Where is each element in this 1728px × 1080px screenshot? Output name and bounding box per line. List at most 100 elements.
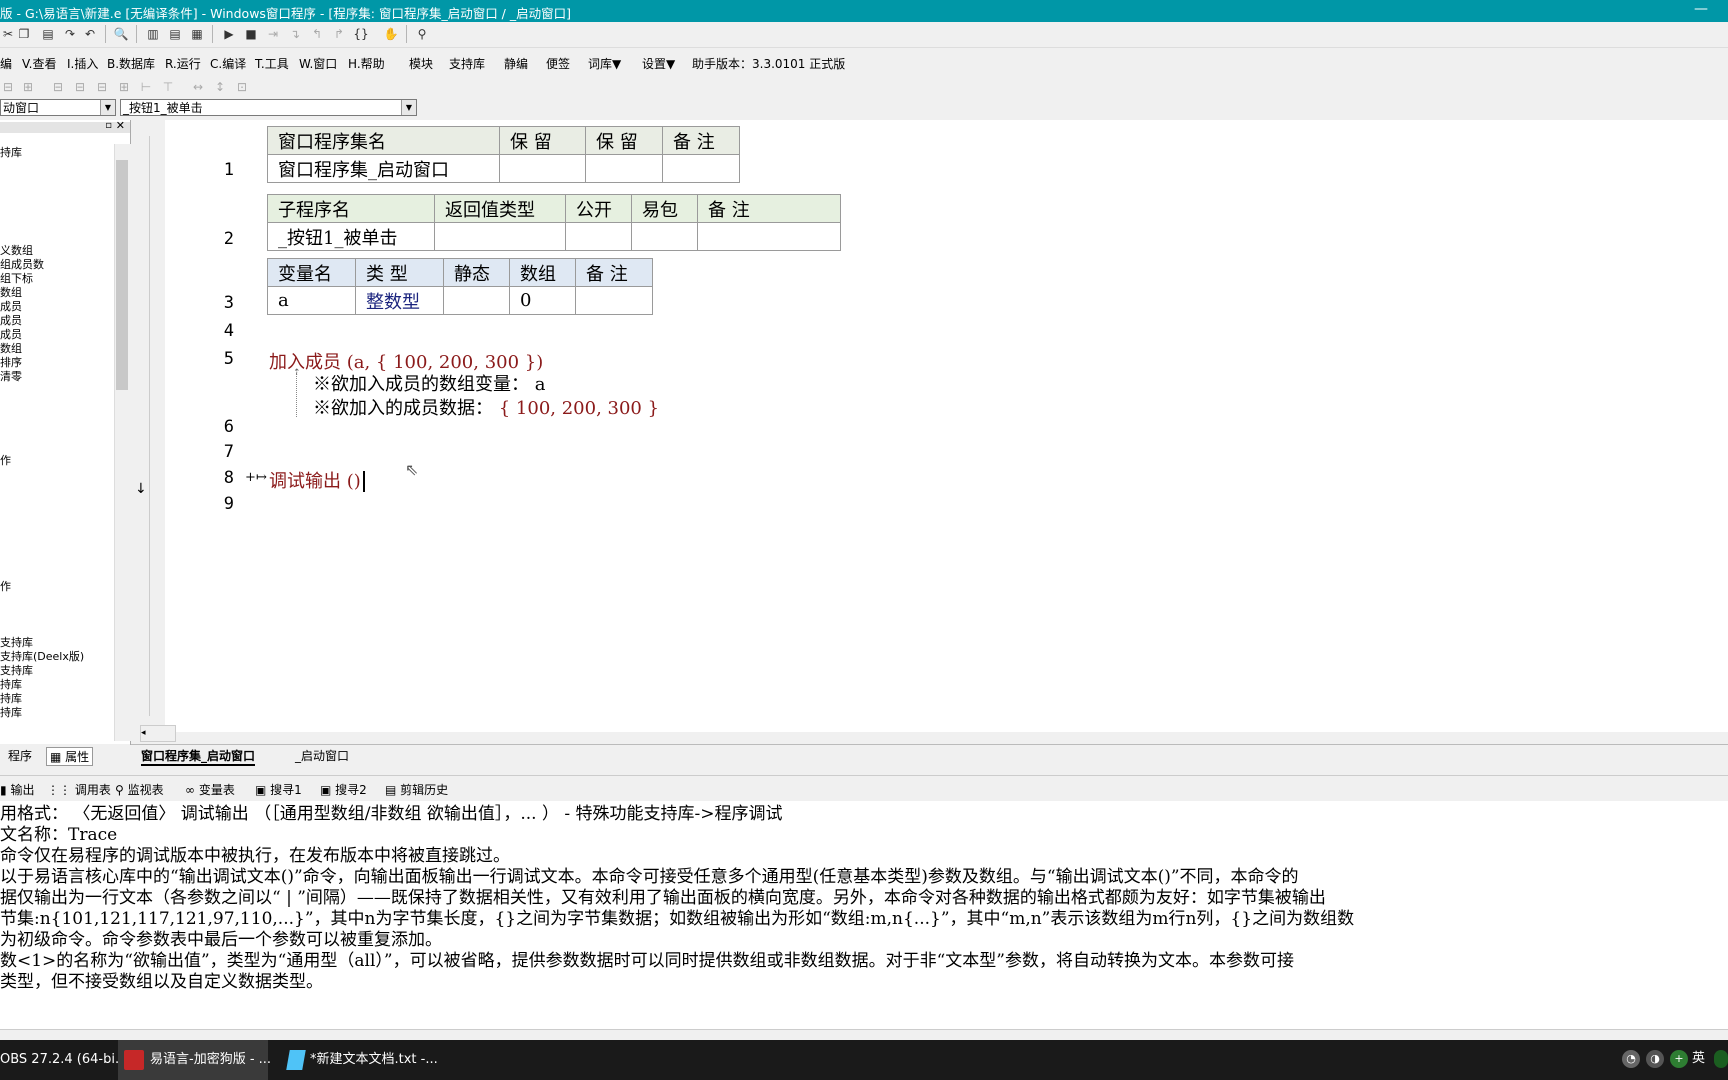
hand-icon[interactable]: ✋ (383, 26, 399, 42)
tab-properties[interactable]: ▦ 属性 (46, 747, 94, 766)
table-cell[interactable]: 0 (509, 286, 576, 315)
tree-item[interactable]: 成员 (0, 314, 22, 327)
layout1-icon[interactable]: ▥ (145, 26, 161, 42)
menu-database[interactable]: B.数据库 (107, 55, 155, 72)
tray-icon[interactable]: ◑ (1646, 1050, 1664, 1068)
tree-item[interactable]: 作 (0, 454, 11, 467)
menu-view[interactable]: V.查看 (22, 55, 56, 72)
run-icon[interactable]: ▶ (221, 26, 237, 42)
assembly-combo[interactable]: 动窗口 ▼ (0, 99, 116, 116)
align-icon[interactable]: ⊡ (234, 79, 250, 95)
tree-item[interactable]: 支持库(Deelx版) (0, 650, 84, 663)
table-cell[interactable] (443, 286, 510, 315)
minimize-button[interactable]: — (1694, 1, 1708, 17)
output-panel[interactable]: 用格式： 〈无返回值〉 调试输出 （［通用型数组/非数组 欲输出值］，... ）… (0, 801, 1728, 1029)
layout3-icon[interactable]: ▦ (189, 26, 205, 42)
copy-icon[interactable]: ❐ (16, 26, 32, 42)
tree-item[interactable]: 支持库 (0, 664, 33, 677)
tab-assembly[interactable]: 窗口程序集_启动窗口 (141, 747, 256, 766)
step-out-icon[interactable]: ↰ (309, 26, 325, 42)
tab-program[interactable]: 程序 (8, 747, 32, 764)
tray-icon[interactable] (1714, 1050, 1728, 1068)
tab-call-table[interactable]: ⋮⋮ 调用表 (47, 781, 111, 798)
table-cell[interactable]: _按钮1_被单击 (267, 222, 435, 251)
tree-item[interactable]: 持库 (0, 146, 22, 159)
ime-indicator[interactable]: 英 (1692, 1050, 1705, 1068)
menu-run[interactable]: R.运行 (165, 55, 201, 72)
tree-item[interactable]: 成员 (0, 328, 22, 341)
tree-item[interactable]: 数组 (0, 342, 22, 355)
tab-clip-history[interactable]: ▤ 剪辑历史 (385, 781, 448, 798)
code-line[interactable]: 调试输出 () (269, 467, 365, 493)
taskbar-item-obs[interactable]: OBS 27.2.4 (64-bi... (0, 1040, 127, 1080)
tab-watch[interactable]: ⚲ 监视表 (115, 781, 164, 798)
menu-insert[interactable]: I.插入 (67, 55, 98, 72)
table-cell[interactable] (662, 154, 740, 183)
paste-icon[interactable]: ▤ (40, 26, 56, 42)
align-icon[interactable]: ↔ (190, 79, 206, 95)
binoculars-icon[interactable]: ⚲ (414, 26, 430, 42)
tree-item[interactable]: 成员 (0, 300, 22, 313)
tab-search2[interactable]: ▣ 搜寻2 (320, 781, 367, 798)
find-icon[interactable]: 🔍 (113, 26, 129, 42)
layout2-icon[interactable]: ▤ (167, 26, 183, 42)
step-icon[interactable]: ⇥ (265, 26, 281, 42)
menu-lexicon[interactable]: 词库▼ (588, 55, 621, 72)
menu-help[interactable]: H.帮助 (348, 55, 385, 72)
menu-static[interactable]: 静编 (504, 55, 528, 72)
menu-tools[interactable]: T.工具 (255, 55, 289, 72)
tray-icon[interactable]: + (1670, 1050, 1688, 1068)
align-icon[interactable]: ⊞ (20, 79, 36, 95)
tree-scrollbar-thumb[interactable] (116, 160, 128, 390)
table-cell[interactable] (575, 286, 653, 315)
table-cell[interactable] (697, 222, 841, 251)
align-icon[interactable]: ⊤ (160, 79, 176, 95)
menu-window[interactable]: W.窗口 (299, 55, 337, 72)
braces-icon[interactable]: {} (353, 26, 369, 42)
menu-support-lib[interactable]: 支持库 (449, 55, 485, 72)
table-cell[interactable] (434, 222, 566, 251)
table-cell[interactable]: 整数型 (355, 286, 444, 315)
tree-item[interactable]: 持库 (0, 692, 22, 705)
tab-search1[interactable]: ▣ 搜寻1 (255, 781, 302, 798)
undo-icon[interactable]: ↶ (82, 26, 98, 42)
tab-startup-window[interactable]: _启动窗口 (295, 747, 349, 764)
close-icon[interactable]: ✕ (116, 119, 125, 132)
tree-item[interactable]: 义数组 (0, 244, 33, 257)
hscroll-left-button[interactable]: ◂ (140, 725, 176, 742)
table-cell[interactable]: a (267, 286, 356, 315)
align-icon[interactable]: ⊟ (94, 79, 110, 95)
menu-compile[interactable]: C.编译 (210, 55, 246, 72)
tree-item[interactable]: 支持库 (0, 636, 33, 649)
table-cell[interactable] (499, 154, 586, 183)
tree-item[interactable]: 数组 (0, 286, 22, 299)
tab-output[interactable]: ▮ 输出 (0, 781, 34, 798)
tree-item[interactable]: 持库 (0, 706, 22, 719)
align-icon[interactable]: ⊟ (72, 79, 88, 95)
menu-module[interactable]: 模块 (409, 55, 433, 72)
subroutine-combo[interactable]: _按钮1_被单击 ▼ (120, 99, 417, 116)
tray-icon[interactable]: ◔ (1622, 1050, 1640, 1068)
align-icon[interactable]: ⊢ (138, 79, 154, 95)
align-icon[interactable]: ⊞ (116, 79, 132, 95)
menu-settings[interactable]: 设置▼ (642, 55, 675, 72)
menu-edit[interactable]: 编 (0, 55, 12, 72)
redo-icon[interactable]: ↷ (62, 26, 78, 42)
align-icon[interactable]: ↕ (212, 79, 228, 95)
table-cell[interactable] (585, 154, 663, 183)
tree-item[interactable]: 持库 (0, 678, 22, 691)
table-cell[interactable] (631, 222, 698, 251)
tree-item[interactable]: 组成员数 (0, 258, 44, 271)
code-editor[interactable]: 1 2 3 4 5 6 7 8 9 窗口程序集名 保 留 保 留 备 注 窗口程… (140, 120, 1728, 742)
pin-icon[interactable]: ▫ (105, 120, 112, 131)
step-into-icon[interactable]: ↴ (287, 26, 303, 42)
table-cell[interactable]: 窗口程序集_启动窗口 (267, 154, 500, 183)
align-icon[interactable]: ⊟ (50, 79, 66, 95)
taskbar-item-notepad[interactable]: *新建文本文档.txt -... (284, 1040, 444, 1080)
tree-item[interactable]: 作 (0, 580, 11, 593)
menu-notes[interactable]: 便签 (546, 55, 570, 72)
tree-item[interactable]: 组下标 (0, 272, 33, 285)
expand-icon[interactable]: ⇡ (293, 368, 301, 378)
taskbar-item-eyuyan[interactable]: 易语言-加密狗版 - ... (118, 1040, 271, 1080)
cut-icon[interactable]: ✂ (0, 26, 16, 42)
